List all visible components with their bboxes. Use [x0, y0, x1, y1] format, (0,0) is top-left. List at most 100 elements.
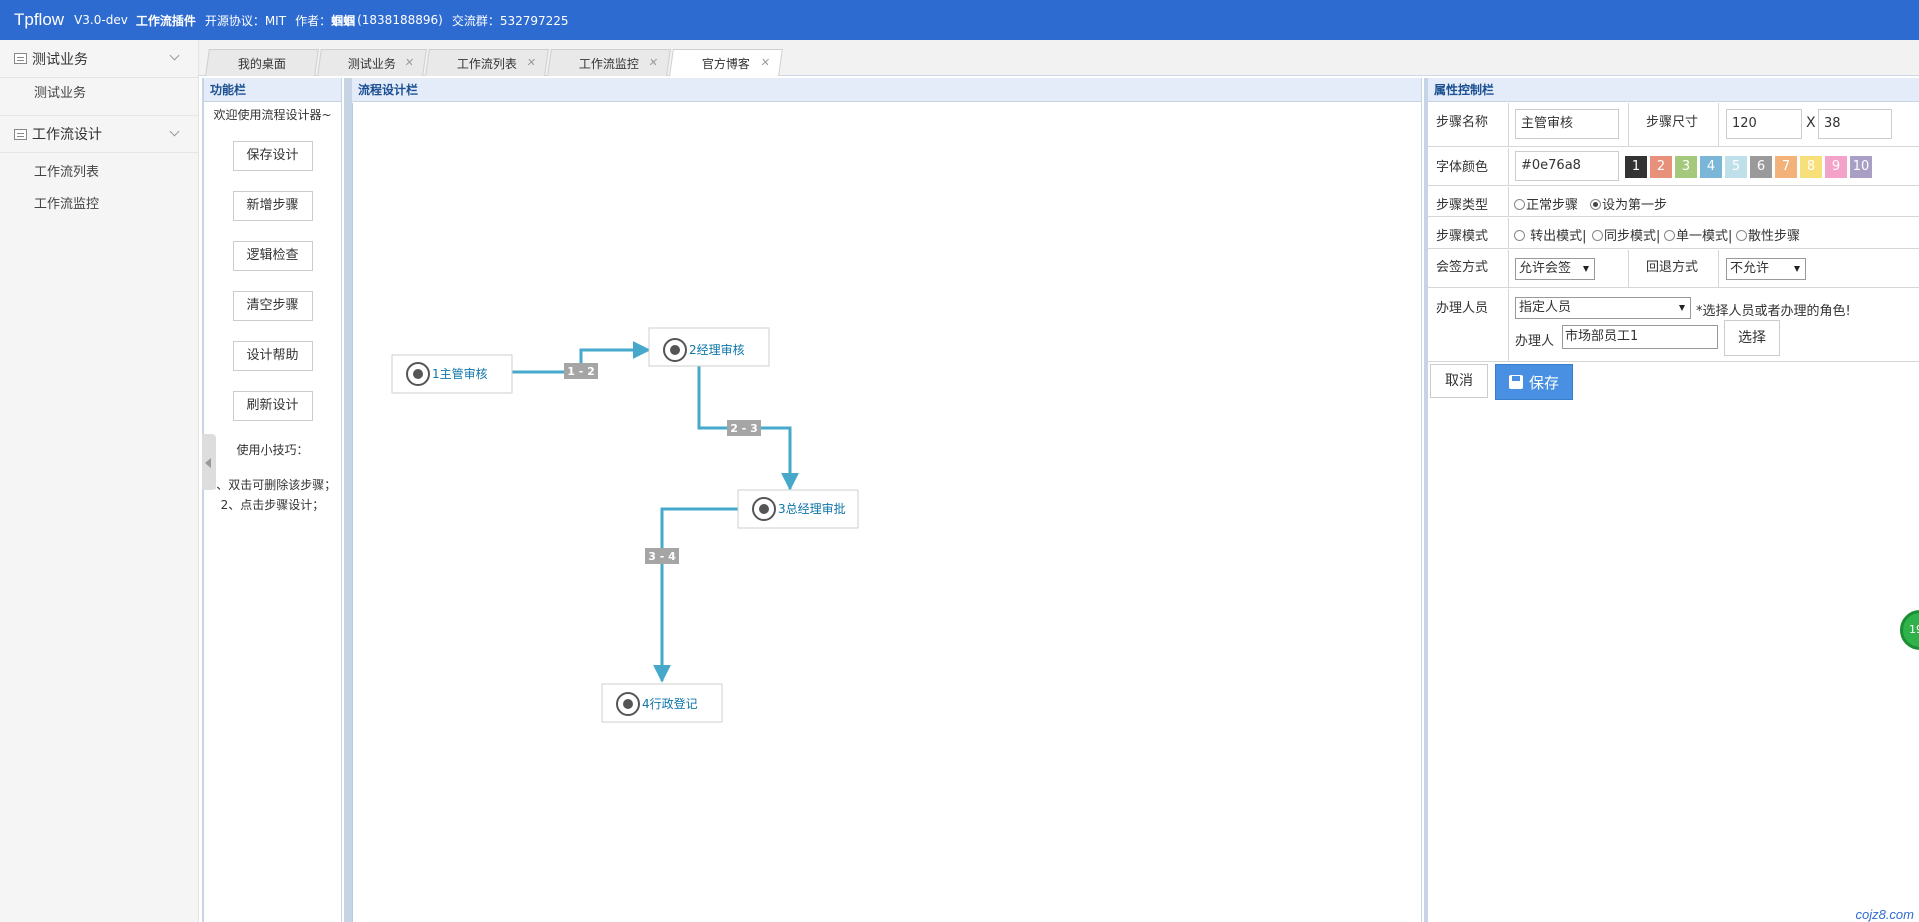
- flow-canvas[interactable]: 1 - 2 2 - 3 3 - 4 1主管审核 2经理审核 3总经理审批 4行政…: [352, 103, 1422, 922]
- color-swatch[interactable]: 7: [1775, 156, 1797, 178]
- author-label: 作者：: [295, 13, 332, 28]
- author-phone: (1838188896): [357, 13, 443, 27]
- collapse-handle[interactable]: [202, 434, 216, 490]
- properties-panel: 属性控制栏 步骤名称 主管审核 步骤尺寸 120 X 38 字体颜色 #0e76…: [1424, 78, 1919, 922]
- tab-official-blog[interactable]: 官方博客 ✕: [669, 49, 783, 76]
- radio-icon: [1592, 230, 1603, 241]
- font-color-label: 字体颜色: [1436, 160, 1489, 175]
- color-swatch[interactable]: 6: [1750, 156, 1772, 178]
- save-design-button[interactable]: 保存设计: [232, 141, 313, 171]
- handler-select[interactable]: 指定人员: [1515, 297, 1691, 319]
- step-mode-sync[interactable]: 同步模式|: [1592, 225, 1660, 244]
- design-panel-title: 流程设计栏: [352, 78, 1421, 102]
- size-separator: X: [1806, 115, 1816, 131]
- step-type-normal[interactable]: 正常步骤: [1514, 194, 1578, 213]
- brand-logo[interactable]: Tpflow: [14, 10, 64, 30]
- function-panel: 功能栏 欢迎使用流程设计器~ 保存设计 新增步骤 逻辑检查 清空步骤 设计帮助 …: [202, 78, 342, 922]
- tips-title: 使用小技巧：: [236, 443, 309, 457]
- font-color-input[interactable]: #0e76a8: [1515, 151, 1619, 181]
- edge-label: 3 - 4: [645, 548, 679, 564]
- properties-panel-title: 属性控制栏: [1428, 78, 1919, 102]
- clear-steps-button[interactable]: 清空步骤: [232, 291, 313, 321]
- tip-item: 2、点击步骤设计；: [220, 498, 325, 512]
- step-mode-scatter[interactable]: 散性步骤: [1736, 225, 1800, 244]
- sidebar-group-test[interactable]: 测试业务: [0, 40, 198, 78]
- step-name-input[interactable]: 主管审核: [1515, 109, 1619, 139]
- close-icon[interactable]: ✕: [648, 56, 659, 69]
- step-type-label: 步骤类型: [1436, 198, 1489, 213]
- sidebar-group-label: 测试业务: [32, 51, 88, 68]
- tab-workflow-monitor[interactable]: 工作流监控 ✕: [547, 49, 671, 76]
- sidebar-item-test[interactable]: 测试业务: [0, 78, 198, 110]
- svg-text:2 - 3: 2 - 3: [730, 422, 758, 435]
- save-icon: [1508, 375, 1523, 389]
- step-type-first[interactable]: 设为第一步: [1590, 194, 1667, 213]
- author-name: 蝈蝈: [331, 13, 356, 28]
- sign-label: 会签方式: [1436, 260, 1489, 275]
- refresh-design-button[interactable]: 刷新设计: [232, 391, 313, 421]
- sidebar-group-workflow[interactable]: 工作流设计: [0, 115, 198, 153]
- color-swatch[interactable]: 2: [1650, 156, 1672, 178]
- flow-node[interactable]: 2经理审核: [648, 327, 770, 367]
- logic-check-button[interactable]: 逻辑检查: [232, 241, 313, 271]
- function-panel-title: 功能栏: [204, 78, 341, 102]
- group-label: 交流群：532797225: [451, 13, 569, 28]
- color-swatch[interactable]: 1: [1625, 156, 1647, 178]
- handler-person-input[interactable]: 市场部员工1: [1562, 325, 1718, 349]
- step-height-input[interactable]: 38: [1818, 109, 1892, 139]
- tab-workflow-list[interactable]: 工作流列表 ✕: [425, 49, 549, 76]
- version-label: V3.0-dev: [74, 13, 128, 27]
- watermark: cojz8.com: [1855, 907, 1914, 922]
- step-size-label: 步骤尺寸: [1646, 115, 1699, 130]
- step-mode-transfer[interactable]: 转出模式|: [1514, 225, 1587, 244]
- step-width-input[interactable]: 120: [1726, 109, 1802, 139]
- flow-node[interactable]: 3总经理审批: [737, 489, 859, 529]
- sidebar-item-workflow-monitor[interactable]: 工作流监控: [0, 189, 198, 221]
- radio-icon: [1514, 199, 1525, 210]
- handler-label: 办理人员: [1436, 301, 1489, 316]
- radio-icon: [1514, 230, 1525, 241]
- close-icon[interactable]: ✕: [760, 56, 771, 69]
- font-color-row: 字体颜色 #0e76a8 1 2 3 4 5 6 7 8 9 10: [1428, 148, 1919, 186]
- tab-test[interactable]: 测试业务 ✕: [317, 49, 427, 76]
- color-swatch[interactable]: 8: [1800, 156, 1822, 178]
- handler-hint: *选择人员或者办理的角色!: [1696, 304, 1851, 319]
- color-swatch[interactable]: 3: [1675, 156, 1697, 178]
- add-step-button[interactable]: 新增步骤: [232, 191, 313, 221]
- edge-label: 1 - 2: [564, 363, 598, 379]
- flow-diagram: 1 - 2 2 - 3 3 - 4 1主管审核 2经理审核 3总经理审批 4行政…: [391, 327, 859, 723]
- step-name-row: 步骤名称 主管审核 步骤尺寸 120 X 38: [1428, 103, 1919, 147]
- back-label: 回退方式: [1646, 260, 1699, 275]
- color-swatch[interactable]: 10: [1850, 156, 1872, 178]
- list-icon: [14, 128, 27, 140]
- radio-icon: [1590, 199, 1601, 210]
- top-bar: Tpflow V3.0-dev 工作流插件 开源协议：MIT 作者： 蝈蝈 (1…: [0, 0, 1919, 40]
- license-label: 开源协议：MIT: [204, 13, 287, 28]
- color-swatch[interactable]: 5: [1725, 156, 1747, 178]
- step-name-label: 步骤名称: [1436, 115, 1489, 130]
- chevron-down-icon: [1794, 266, 1800, 272]
- welcome-text: 欢迎使用流程设计器~: [213, 108, 332, 122]
- flow-node[interactable]: 1主管审核: [391, 354, 513, 394]
- step-mode-single[interactable]: 单一模式|: [1664, 225, 1732, 244]
- save-button[interactable]: 保存: [1495, 364, 1573, 400]
- design-help-button[interactable]: 设计帮助: [232, 341, 313, 371]
- svg-text:3总经理审批: 3总经理审批: [778, 501, 846, 516]
- svg-text:1主管审核: 1主管审核: [432, 366, 488, 381]
- close-icon[interactable]: ✕: [404, 56, 415, 69]
- flow-node[interactable]: 4行政登记: [601, 683, 723, 723]
- color-swatch[interactable]: 4: [1700, 156, 1722, 178]
- back-select[interactable]: 不允许: [1726, 258, 1806, 280]
- cancel-button[interactable]: 取消: [1430, 364, 1488, 398]
- flow-edge[interactable]: [653, 507, 738, 683]
- sign-select[interactable]: 允许会签: [1515, 258, 1595, 280]
- plugin-label: 工作流插件: [135, 13, 196, 28]
- svg-text:2经理审核: 2经理审核: [689, 342, 745, 357]
- svg-text:4行政登记: 4行政登记: [642, 696, 698, 711]
- handler-row: 办理人员 指定人员 *选择人员或者办理的角色! 办理人 市场部员工1 选择: [1428, 289, 1919, 362]
- choose-button[interactable]: 选择: [1724, 320, 1780, 356]
- close-icon[interactable]: ✕: [526, 56, 537, 69]
- color-swatch[interactable]: 9: [1825, 156, 1847, 178]
- sidebar-item-workflow-list[interactable]: 工作流列表: [0, 157, 198, 189]
- tab-desktop[interactable]: 我的桌面: [205, 49, 319, 76]
